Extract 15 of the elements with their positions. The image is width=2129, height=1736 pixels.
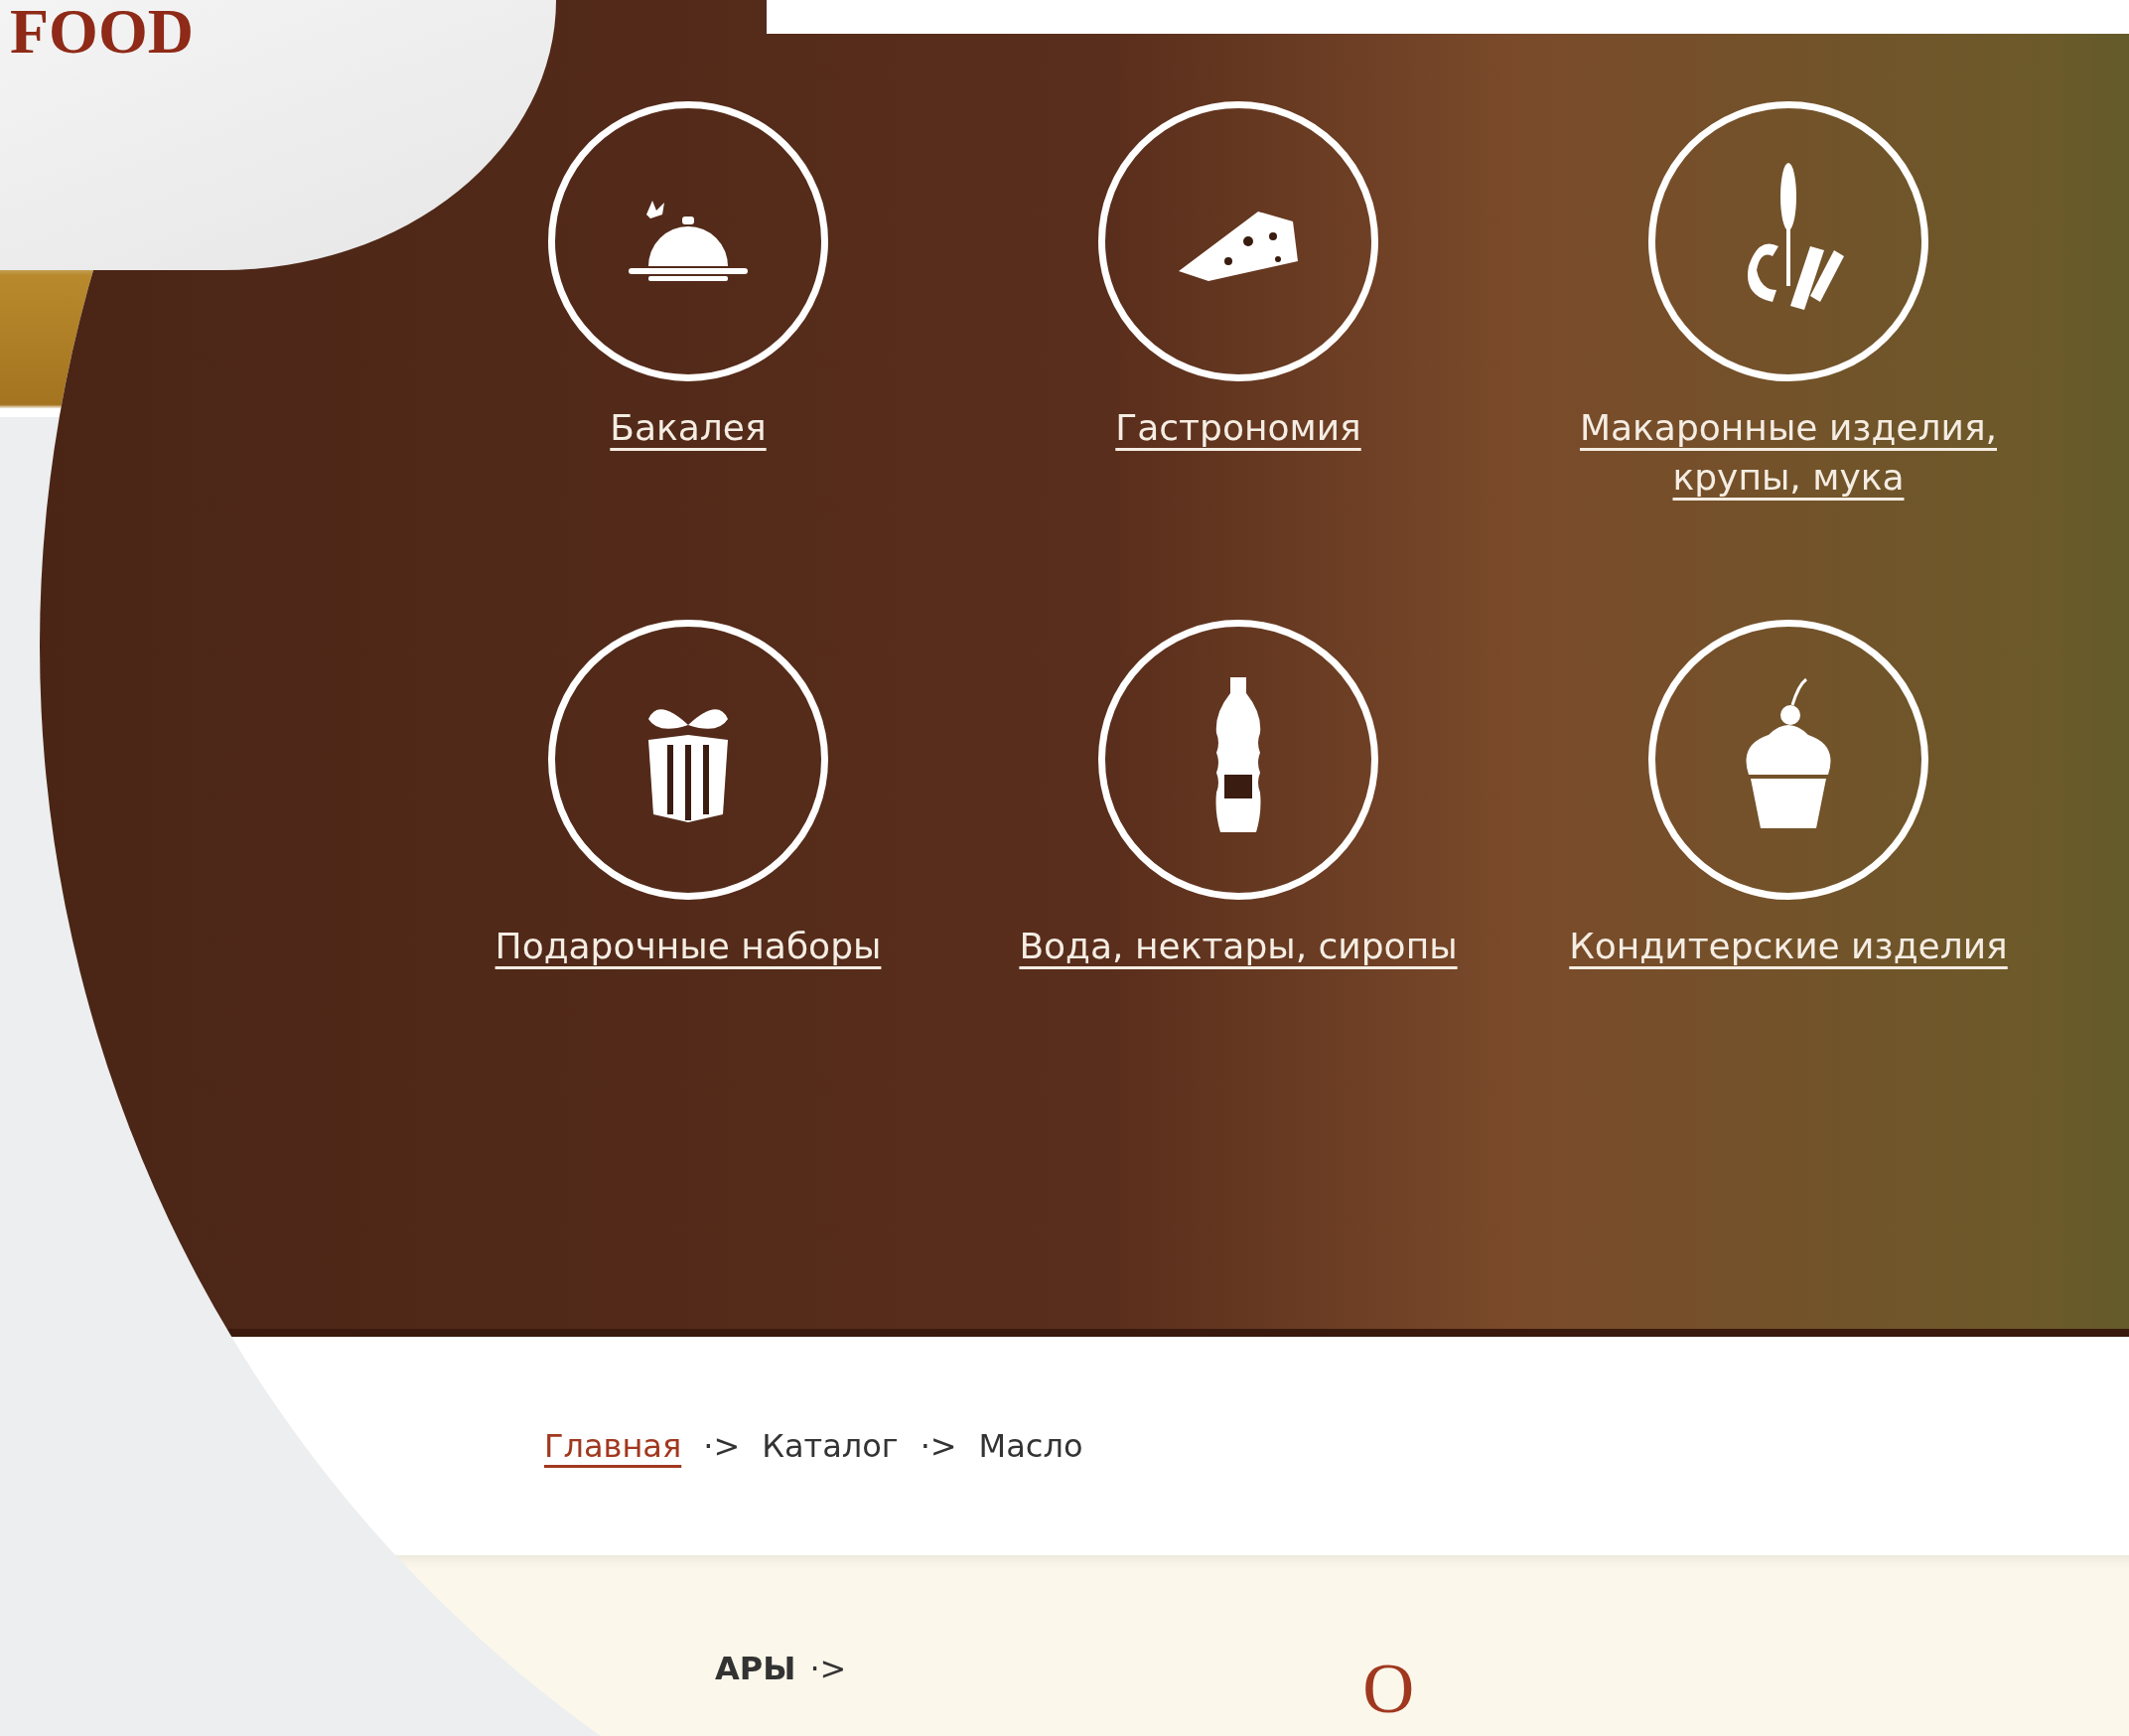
logo-text: FOOD bbox=[10, 0, 194, 67]
breadcrumb-separator: ·> bbox=[920, 1426, 957, 1467]
category-link[interactable]: Гастрономия bbox=[1115, 403, 1361, 453]
breadcrumb-item: Масло bbox=[978, 1426, 1083, 1467]
breadcrumb-link[interactable]: Главная bbox=[544, 1422, 682, 1470]
category-link[interactable]: Кондитерские изделия bbox=[1569, 922, 2008, 971]
category-link[interactable]: Бакалея bbox=[610, 403, 767, 453]
sidebar-heading[interactable]: АРЫ bbox=[715, 1645, 796, 1692]
breadcrumb-separator: ·> bbox=[703, 1426, 741, 1467]
breadcrumb-item: Каталог bbox=[762, 1426, 899, 1467]
category-link[interactable]: Подарочные наборы bbox=[495, 922, 882, 971]
category-link[interactable]: Вода, нектары, сиропы bbox=[1019, 922, 1458, 971]
page-title: О bbox=[1362, 1653, 1415, 1724]
category-link[interactable]: Макаронные изделия, крупы, мука bbox=[1560, 403, 2017, 503]
sidebar-arrow: ·> bbox=[809, 1649, 847, 1689]
